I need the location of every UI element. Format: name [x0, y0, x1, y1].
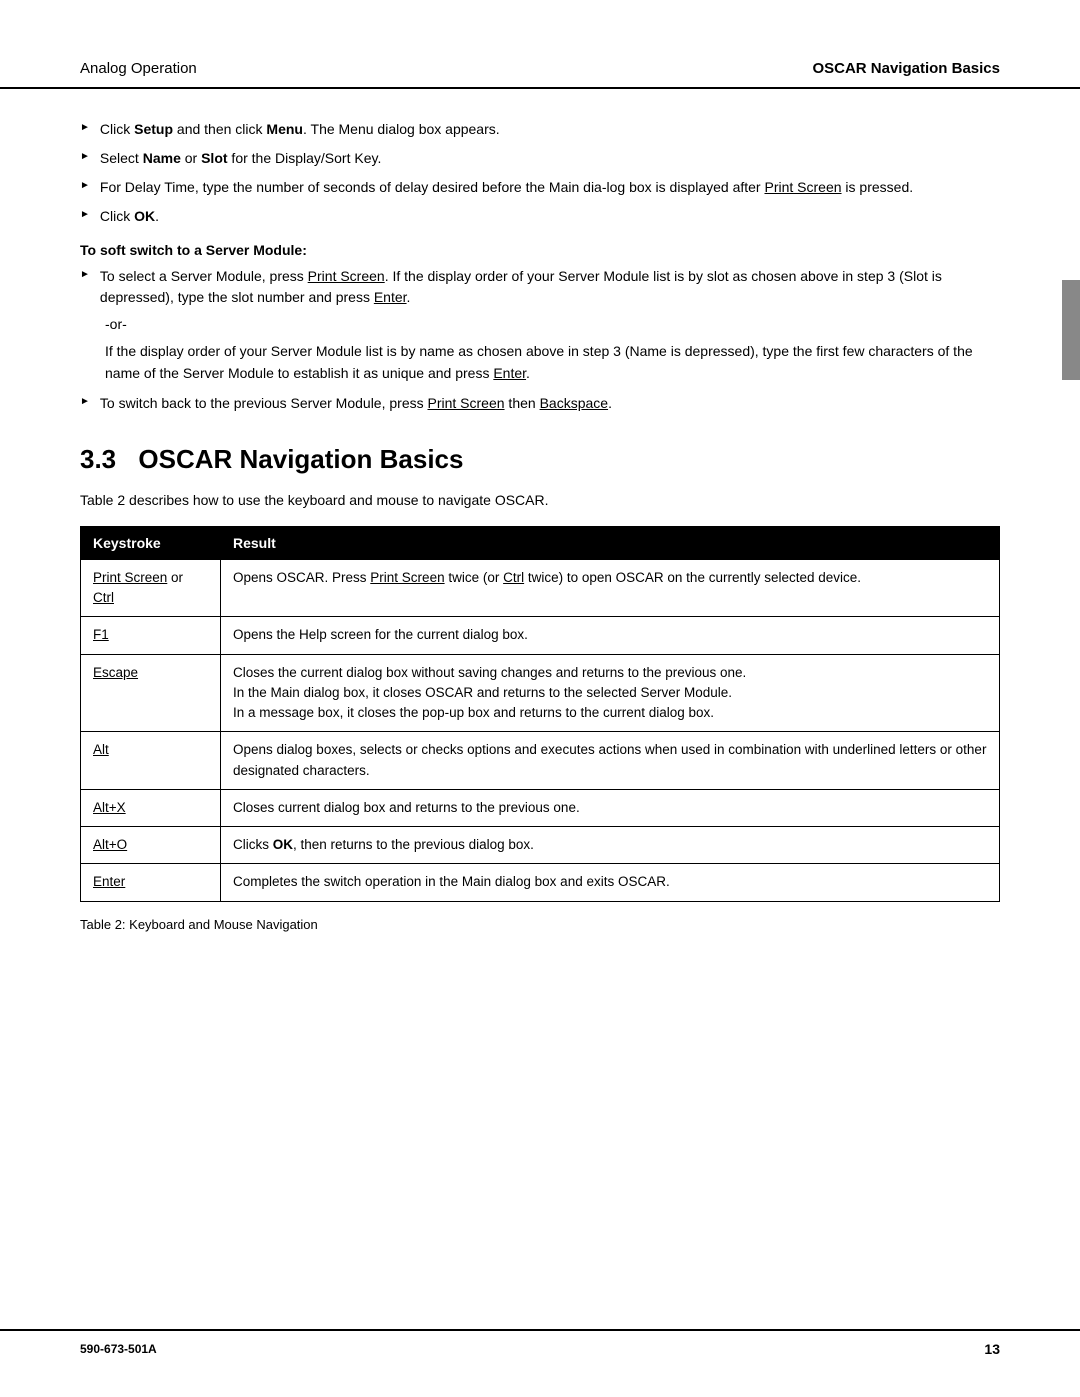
key-label-escape: Escape	[93, 665, 138, 680]
bullet-arrow-4: ►	[80, 207, 90, 222]
section-heading: 3.3 OSCAR Navigation Basics	[80, 444, 1000, 475]
header-right: OSCAR Navigation Basics	[812, 60, 1000, 77]
key-cell-4: Alt	[81, 732, 221, 790]
table-body: Print Screen or Ctrl Opens OSCAR. Press …	[81, 559, 1000, 901]
result-cell-2: Opens the Help screen for the current di…	[221, 617, 1000, 654]
table-header: Keystroke Result	[81, 526, 1000, 559]
bullet-item-3: ► For Delay Time, type the number of sec…	[80, 177, 1000, 198]
result-cell-1: Opens OSCAR. Press Print Screen twice (o…	[221, 559, 1000, 617]
subsection-title: To soft switch to a Server Module:	[80, 242, 1000, 258]
scrollbar-tab[interactable]	[1062, 280, 1080, 380]
table-row: Alt+X Closes current dialog box and retu…	[81, 789, 1000, 826]
bullet-text-1: Click Setup and then click Menu. The Men…	[100, 119, 1000, 140]
key-cell-5: Alt+X	[81, 789, 221, 826]
sub-bullet-arrow-1: ►	[80, 267, 90, 282]
italic-paragraph: If the display order of your Server Modu…	[105, 340, 1000, 385]
footer-page-number: 13	[984, 1341, 1000, 1357]
table-row: Alt+O Clicks OK, then returns to the pre…	[81, 827, 1000, 864]
bullet-text-4: Click OK.	[100, 206, 1000, 227]
section-title: 3.3 OSCAR Navigation Basics	[80, 444, 1000, 475]
result-cell-3: Closes the current dialog box without sa…	[221, 654, 1000, 732]
bullet-text-2: Select Name or Slot for the Display/Sort…	[100, 148, 1000, 169]
key-cell-3: Escape	[81, 654, 221, 732]
key-cell-6: Alt+O	[81, 827, 221, 864]
key-label-alto: Alt+O	[93, 837, 127, 852]
bullet-item-4: ► Click OK.	[80, 206, 1000, 227]
table-row: Enter Completes the switch operation in …	[81, 864, 1000, 901]
th-keystroke: Keystroke	[81, 526, 221, 559]
bullet-arrow-3: ►	[80, 178, 90, 193]
key-label-f1: F1	[93, 627, 109, 642]
result-cell-7: Completes the switch operation in the Ma…	[221, 864, 1000, 901]
bullet-item-1: ► Click Setup and then click Menu. The M…	[80, 119, 1000, 140]
result-cell-6: Clicks OK, then returns to the previous …	[221, 827, 1000, 864]
table-row: F1 Opens the Help screen for the current…	[81, 617, 1000, 654]
last-bullet-list: ► To switch back to the previous Server …	[80, 393, 1000, 414]
setup-bullet-list: ► Click Setup and then click Menu. The M…	[80, 119, 1000, 227]
page-header: Analog Operation OSCAR Navigation Basics	[0, 0, 1080, 89]
last-bullet-arrow: ►	[80, 394, 90, 409]
section-title-text: OSCAR Navigation Basics	[138, 444, 463, 474]
bullet-arrow-2: ►	[80, 149, 90, 164]
page-container: Analog Operation OSCAR Navigation Basics…	[0, 0, 1080, 1397]
bullet-text-3: For Delay Time, type the number of secon…	[100, 177, 1000, 198]
last-bullet-item: ► To switch back to the previous Server …	[80, 393, 1000, 414]
key-cell-2: F1	[81, 617, 221, 654]
sub-bullet-item-1: ► To select a Server Module, press Print…	[80, 266, 1000, 308]
header-left: Analog Operation	[80, 60, 197, 77]
bullet-item-2: ► Select Name or Slot for the Display/So…	[80, 148, 1000, 169]
key-cell-1: Print Screen or Ctrl	[81, 559, 221, 617]
key-label-enter: Enter	[93, 874, 125, 889]
key-cell-7: Enter	[81, 864, 221, 901]
table-row: Escape Closes the current dialog box wit…	[81, 654, 1000, 732]
or-text: -or-	[105, 316, 1000, 332]
key-label-alt: Alt	[93, 742, 109, 757]
table-intro: Table 2 describes how to use the keyboar…	[80, 490, 1000, 511]
table-caption: Table 2: Keyboard and Mouse Navigation	[80, 917, 1000, 932]
key-label-altx: Alt+X	[93, 800, 126, 815]
footer-doc-number: 590-673-501A	[80, 1342, 157, 1356]
result-cell-5: Closes current dialog box and returns to…	[221, 789, 1000, 826]
key-label-printscreen: Print Screen	[93, 570, 167, 585]
sub-bullet-list: ► To select a Server Module, press Print…	[80, 266, 1000, 308]
sub-bullet-text-1: To select a Server Module, press Print S…	[100, 266, 1000, 308]
table-header-row: Keystroke Result	[81, 526, 1000, 559]
navigation-table: Keystroke Result Print Screen or Ctrl Op…	[80, 526, 1000, 902]
bullet-arrow-1: ►	[80, 120, 90, 135]
th-result: Result	[221, 526, 1000, 559]
page-footer: 590-673-501A 13	[0, 1329, 1080, 1367]
table-row: Alt Opens dialog boxes, selects or check…	[81, 732, 1000, 790]
key-label-ctrl: Ctrl	[93, 590, 114, 605]
content-area: ► Click Setup and then click Menu. The M…	[0, 109, 1080, 1002]
table-row: Print Screen or Ctrl Opens OSCAR. Press …	[81, 559, 1000, 617]
section-number: 3.3	[80, 444, 116, 474]
last-bullet-text: To switch back to the previous Server Mo…	[100, 393, 1000, 414]
result-cell-4: Opens dialog boxes, selects or checks op…	[221, 732, 1000, 790]
